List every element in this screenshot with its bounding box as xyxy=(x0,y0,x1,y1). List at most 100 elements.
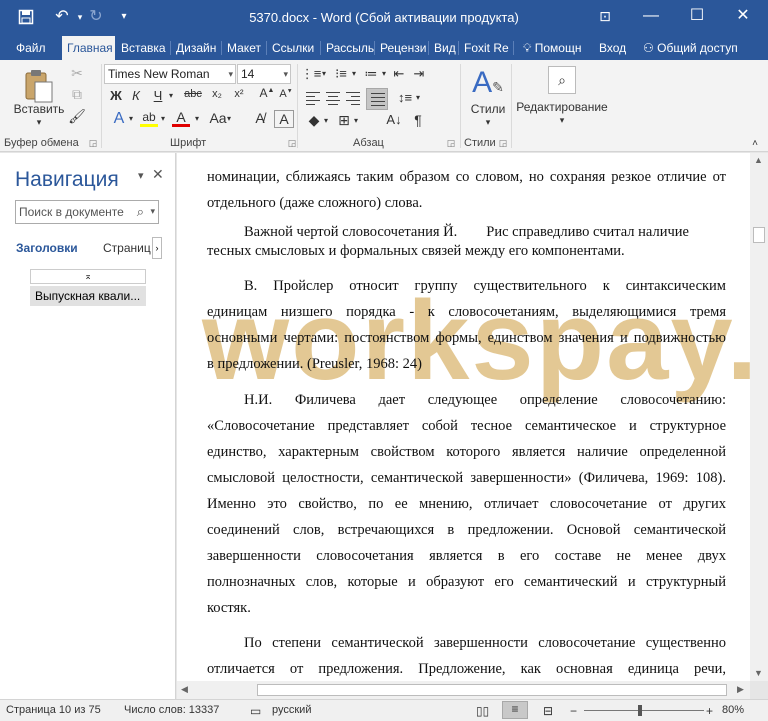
zoom-slider[interactable] xyxy=(584,710,704,711)
search-icon[interactable]: ⌕ xyxy=(137,204,144,220)
search-dropdown-icon[interactable]: ▾ xyxy=(150,206,155,217)
superscript-icon[interactable]: x² xyxy=(230,88,248,100)
text-effects-dropdown-icon[interactable]: ▾ xyxy=(126,114,136,123)
align-center-icon[interactable] xyxy=(324,90,342,106)
scroll-up-icon[interactable]: ▲ xyxy=(754,155,763,165)
copy-icon[interactable]: ⧉ xyxy=(68,86,86,103)
font-size-combo[interactable]: 14 ▾ xyxy=(237,64,291,84)
scroll-left-icon[interactable]: ◀ xyxy=(181,684,188,695)
strikethrough-icon[interactable]: abc xyxy=(180,88,206,100)
styles-launcher-icon[interactable]: ◲ xyxy=(497,138,509,149)
cut-icon[interactable]: ✂ xyxy=(68,65,86,82)
tab-layout[interactable]: Макет xyxy=(222,36,266,60)
chevron-down-icon[interactable]: ▾ xyxy=(283,65,288,83)
nav-tabs-scroll-right-icon[interactable]: › xyxy=(152,237,162,259)
nav-tab-headings[interactable]: Заголовки xyxy=(16,241,78,255)
language-indicator[interactable]: русский xyxy=(272,704,311,716)
chevron-down-icon[interactable]: ▾ xyxy=(228,65,233,83)
font-name-combo[interactable]: Times New Roman ▾ xyxy=(104,64,236,84)
subscript-icon[interactable]: x₂ xyxy=(208,88,226,100)
read-mode-icon[interactable]: ▯▯ xyxy=(476,704,489,718)
collapse-heading-icon[interactable]: ⌅ xyxy=(30,269,146,284)
share-button[interactable]: ⚇ Общий доступ xyxy=(638,36,750,60)
horizontal-scrollbar[interactable]: ◀ ▶ xyxy=(177,681,750,699)
tab-file[interactable]: Файл xyxy=(11,36,53,60)
shading-icon[interactable]: ◆ xyxy=(304,112,324,129)
nav-tab-pages[interactable]: Страниц xyxy=(103,241,153,255)
styles-dropdown-icon[interactable]: ▾ xyxy=(480,117,496,128)
print-layout-icon[interactable]: ≡ xyxy=(502,701,528,719)
grow-font-icon[interactable]: A▲ xyxy=(258,86,276,100)
borders-dropdown-icon[interactable]: ▾ xyxy=(352,116,360,125)
ribbon-display-options-icon[interactable]: ⊡ xyxy=(582,0,628,32)
paste-button[interactable]: Вставить xyxy=(10,102,68,116)
justify-icon[interactable] xyxy=(366,88,388,110)
paragraph-launcher-icon[interactable]: ◲ xyxy=(445,138,457,149)
font-color-icon[interactable]: A xyxy=(172,110,190,127)
word-count[interactable]: Число слов: 13337 xyxy=(124,704,219,716)
search-icon[interactable]: ⌕ xyxy=(548,66,576,94)
bullets-dropdown-icon[interactable]: ▾ xyxy=(320,69,328,78)
nav-heading-item[interactable]: Выпускная квали... xyxy=(30,286,146,306)
borders-icon[interactable]: ⊞ xyxy=(334,112,354,129)
tab-design[interactable]: Дизайн xyxy=(171,36,221,60)
bold-icon[interactable]: Ж xyxy=(108,88,124,103)
editing-dropdown-icon[interactable]: ▾ xyxy=(554,115,570,126)
increase-indent-icon[interactable]: ⇥ xyxy=(410,66,428,82)
align-left-icon[interactable] xyxy=(304,90,322,106)
tell-me-box[interactable]: 💡︎ Помощн xyxy=(518,36,598,60)
vertical-scrollbar[interactable]: ▲ ▼ xyxy=(750,153,768,681)
highlight-icon[interactable]: ab xyxy=(140,110,158,127)
tab-view[interactable]: Вид xyxy=(429,36,458,60)
tab-foxit-reader[interactable]: Foxit Re xyxy=(459,36,513,60)
nav-search-input[interactable]: Поиск в документе ⌕ ▾ xyxy=(15,200,159,224)
line-spacing-icon[interactable]: ↕≡ xyxy=(394,90,416,105)
paste-dropdown-icon[interactable]: ▾ xyxy=(31,117,47,128)
numbering-icon[interactable]: ⁝≡ xyxy=(330,66,352,82)
multilevel-dropdown-icon[interactable]: ▾ xyxy=(380,69,388,78)
scroll-right-icon[interactable]: ▶ xyxy=(737,684,744,695)
collapse-ribbon-icon[interactable]: ˄ xyxy=(748,138,762,149)
underline-icon[interactable]: Ч xyxy=(150,88,166,103)
editing-button[interactable]: Редактирование xyxy=(514,100,610,114)
bullets-icon[interactable]: ⋮≡ xyxy=(300,66,322,82)
clipboard-launcher-icon[interactable]: ◲ xyxy=(87,138,99,149)
nav-options-icon[interactable]: ▾ xyxy=(138,169,144,182)
page-count[interactable]: Страница 10 из 75 xyxy=(6,704,101,716)
italic-icon[interactable]: К xyxy=(128,88,144,103)
zoom-out-icon[interactable]: − xyxy=(570,704,577,718)
close-button[interactable]: ✕ xyxy=(720,0,766,32)
character-border-icon[interactable]: A xyxy=(274,110,294,128)
tab-review[interactable]: Рецензи xyxy=(375,36,428,60)
font-color-dropdown-icon[interactable]: ▾ xyxy=(192,114,202,123)
web-layout-icon[interactable]: ⊟ xyxy=(543,704,553,718)
zoom-level[interactable]: 80% xyxy=(722,704,744,716)
zoom-in-icon[interactable]: + xyxy=(706,704,713,718)
clear-formatting-icon[interactable]: A̸ xyxy=(250,110,270,126)
shading-dropdown-icon[interactable]: ▾ xyxy=(322,116,330,125)
underline-dropdown-icon[interactable]: ▾ xyxy=(166,91,176,100)
tab-insert[interactable]: Вставка xyxy=(116,36,170,60)
proofing-icon[interactable]: ▭ xyxy=(250,704,261,718)
zoom-slider-thumb[interactable] xyxy=(638,705,642,716)
tab-mailings[interactable]: Рассыль xyxy=(321,36,374,60)
line-spacing-dropdown-icon[interactable]: ▾ xyxy=(414,93,422,102)
minimize-button[interactable]: — xyxy=(628,0,674,32)
tab-home[interactable]: Главная xyxy=(62,36,115,60)
scroll-down-icon[interactable]: ▼ xyxy=(754,668,763,678)
paste-icon[interactable] xyxy=(22,68,56,104)
tab-references[interactable]: Ссылки xyxy=(267,36,320,60)
horizontal-scroll-thumb[interactable] xyxy=(257,684,727,696)
shrink-font-icon[interactable]: A▼ xyxy=(278,88,294,100)
highlight-dropdown-icon[interactable]: ▾ xyxy=(158,114,168,123)
decrease-indent-icon[interactable]: ⇤ xyxy=(390,66,408,82)
signin-link[interactable]: Вход xyxy=(594,36,634,60)
align-right-icon[interactable] xyxy=(344,90,362,106)
nav-close-icon[interactable]: ✕ xyxy=(152,166,164,183)
styles-button[interactable]: Стили xyxy=(465,102,511,116)
sort-icon[interactable]: A↓ xyxy=(384,112,404,127)
maximize-button[interactable]: ☐ xyxy=(674,0,720,32)
numbering-dropdown-icon[interactable]: ▾ xyxy=(350,69,358,78)
show-formatting-marks-icon[interactable]: ¶ xyxy=(410,112,426,128)
change-case-dropdown-icon[interactable]: ▾ xyxy=(224,114,234,123)
